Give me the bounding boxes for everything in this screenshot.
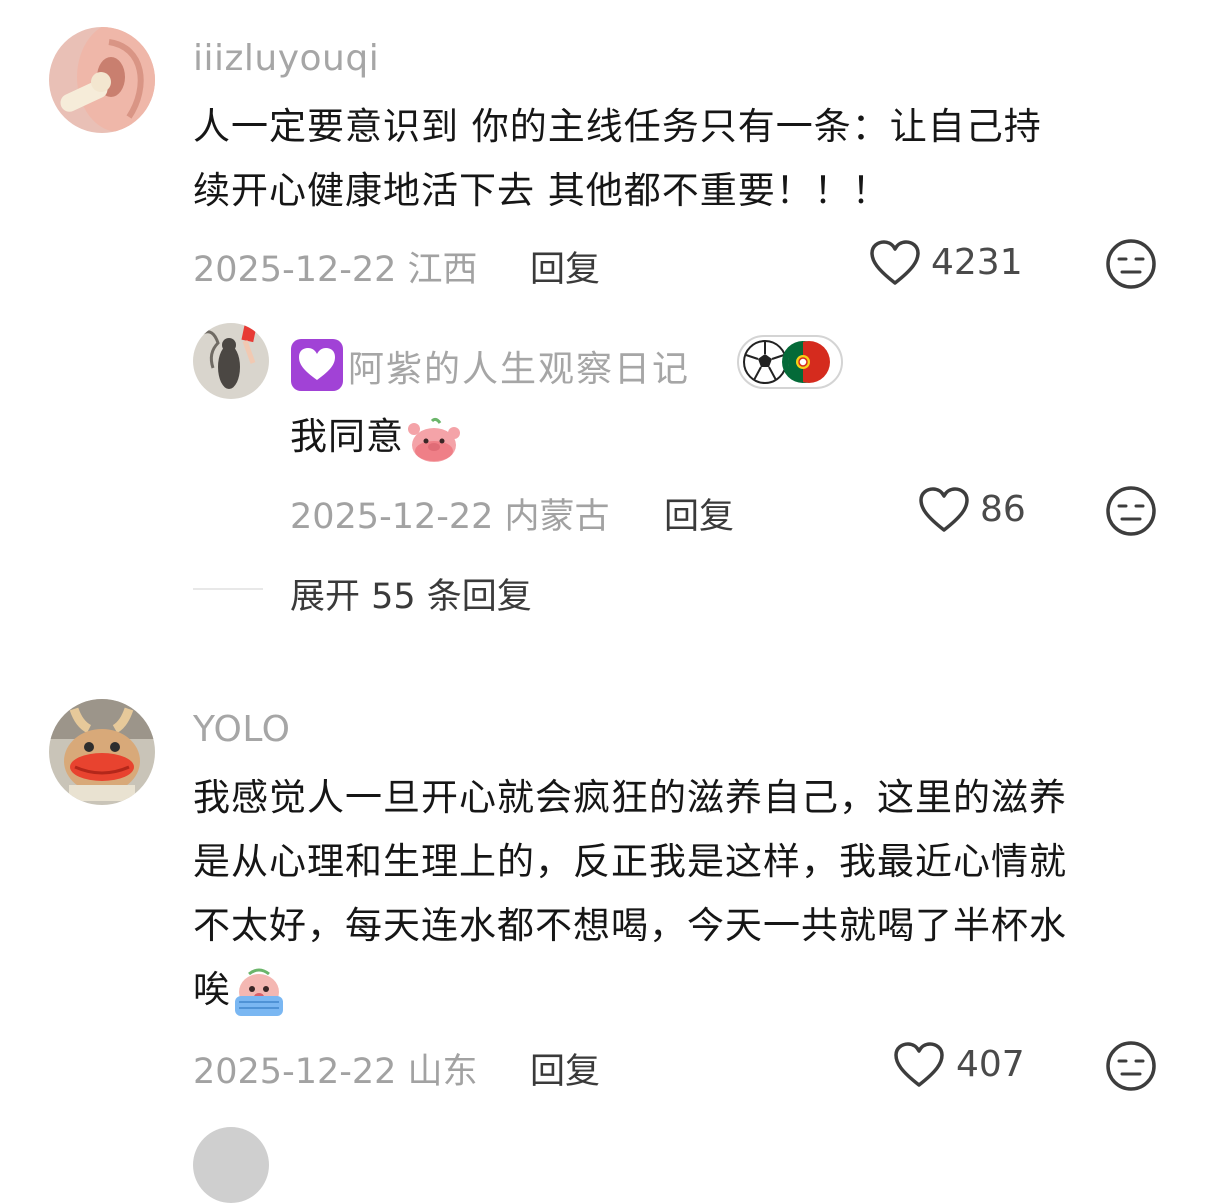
comment-text-line: 唉	[193, 958, 1173, 1022]
comment-location: 江西	[407, 250, 478, 290]
avatar[interactable]	[49, 699, 155, 805]
reply-date: 2025-12-22	[290, 497, 494, 537]
comment-text: 人一定要意识到 你的主线任务只有一条：让自己持 续开心健康地活下去 其他都不重要…	[193, 95, 1153, 223]
reply-meta: 2025-12-22 内蒙古	[290, 488, 610, 539]
neutral-face-icon[interactable]	[1105, 1040, 1157, 1092]
comment-text-line: 人一定要意识到 你的主线任务只有一条：让自己持	[193, 105, 1042, 148]
reply-reply-button[interactable]: 回复	[664, 488, 734, 539]
heart-outline-icon[interactable]	[918, 486, 970, 534]
soccer-portugal-badge-icon	[737, 335, 843, 389]
comment-text-last: 唉	[193, 968, 231, 1011]
username[interactable]: iiizluyouqi	[193, 38, 379, 79]
heart-outline-icon[interactable]	[893, 1041, 945, 1089]
comment-text-line: 我感觉人一旦开心就会疯狂的滋养自己，这里的滋养	[193, 776, 1067, 819]
comment-text-line: 续开心健康地活下去 其他都不重要！！！	[193, 169, 890, 212]
reply-username[interactable]: 阿紫的人生观察日记	[348, 340, 690, 392]
reply-avatar[interactable]	[193, 323, 269, 399]
comment-date: 2025-12-22	[193, 1052, 397, 1092]
comment-date: 2025-12-22	[193, 250, 397, 290]
expand-divider	[193, 588, 263, 590]
comment-text: 我感觉人一旦开心就会疯狂的滋养自己，这里的滋养 是从心理和生理上的，反正我是这样…	[193, 766, 1173, 1022]
reply-text-content: 我同意	[290, 415, 404, 458]
comment-text-line: 不太好，每天连水都不想喝，今天一共就喝了半杯水	[193, 904, 1067, 947]
expand-replies-button[interactable]: 展开 55 条回复	[290, 568, 532, 619]
reply-button[interactable]: 回复	[530, 241, 600, 292]
neutral-face-icon[interactable]	[1105, 485, 1157, 537]
comment-location: 山东	[407, 1052, 478, 1092]
reply-text: 我同意	[290, 405, 462, 469]
neutral-face-icon[interactable]	[1105, 238, 1157, 290]
comment-meta: 2025-12-22 山东	[193, 1043, 478, 1094]
reply-location: 内蒙古	[504, 497, 610, 537]
purple-heart-icon	[291, 339, 343, 391]
like-count: 407	[956, 1044, 1025, 1085]
comment-meta: 2025-12-22 江西	[193, 241, 478, 292]
reply-button[interactable]: 回复	[530, 1043, 600, 1094]
reply-like-count: 86	[980, 489, 1026, 530]
heart-outline-icon[interactable]	[869, 239, 921, 287]
like-count: 4231	[931, 242, 1023, 283]
pig-waving-emoji	[408, 417, 460, 462]
avatar[interactable]	[193, 1127, 269, 1203]
username[interactable]: YOLO	[193, 709, 290, 750]
crying-pig-emoji	[235, 968, 283, 1016]
avatar[interactable]	[49, 27, 155, 133]
comment-text-line: 是从心理和生理上的，反正我是这样，我最近心情就	[193, 840, 1067, 883]
